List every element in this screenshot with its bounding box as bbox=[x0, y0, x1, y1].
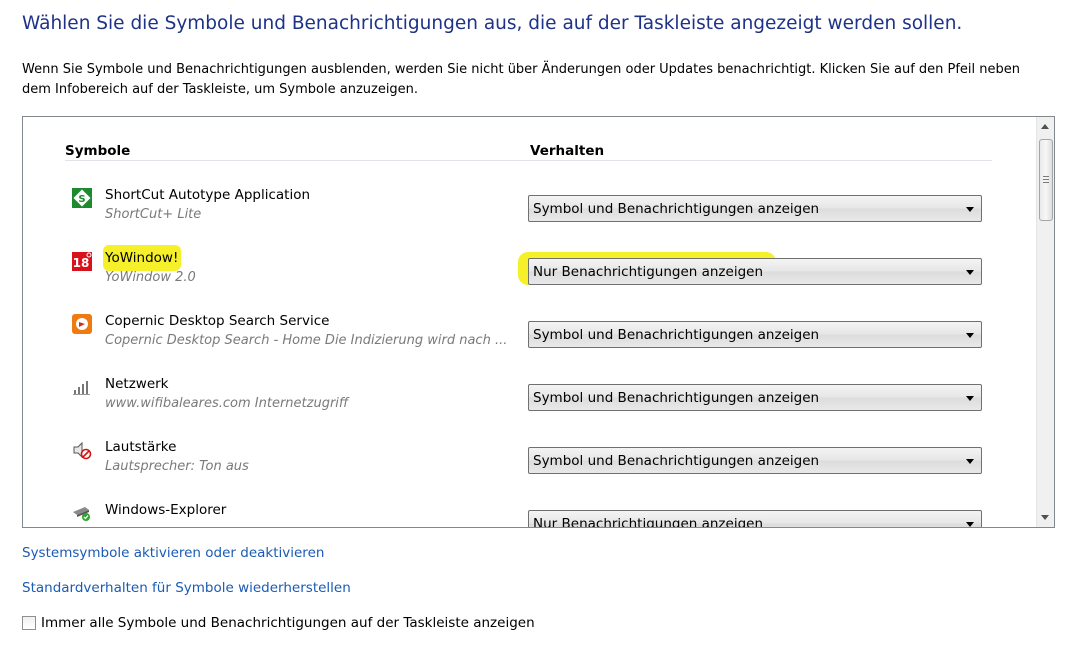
chevron-down-icon bbox=[966, 522, 974, 527]
behavior-dropdown[interactable]: Symbol und Benachrichtigungen anzeigen bbox=[528, 195, 982, 222]
behavior-value: Nur Benachrichtigungen anzeigen bbox=[533, 516, 764, 528]
scrollbar-thumb[interactable] bbox=[1039, 139, 1053, 221]
list-item: Lautstärke Lautsprecher: Ton aus Symbol … bbox=[23, 439, 1033, 502]
chevron-down-icon bbox=[966, 270, 974, 275]
vertical-scrollbar[interactable] bbox=[1036, 117, 1054, 527]
behavior-value: Symbol und Benachrichtigungen anzeigen bbox=[533, 453, 820, 469]
chevron-down-icon bbox=[966, 333, 974, 338]
list-item: 18 YoWindow! YoWindow 2.0 Nur Benachrich… bbox=[23, 245, 1033, 313]
item-description: www.wifibaleares.com Internetzugriff bbox=[105, 396, 349, 411]
item-name: Lautstärke bbox=[105, 439, 177, 455]
chevron-down-icon bbox=[966, 396, 974, 401]
item-name: Windows-Explorer bbox=[105, 502, 227, 518]
svg-text:S: S bbox=[78, 194, 85, 205]
behavior-value: Symbol und Benachrichtigungen anzeigen bbox=[533, 327, 820, 343]
always-show-label: Immer alle Symbole und Benachrichtigunge… bbox=[41, 615, 535, 631]
behavior-dropdown[interactable]: Symbol und Benachrichtigungen anzeigen bbox=[528, 384, 982, 411]
scroll-up-icon[interactable] bbox=[1041, 124, 1049, 129]
item-name: Netzwerk bbox=[105, 376, 169, 392]
windows-explorer-icon bbox=[71, 502, 93, 524]
network-icon bbox=[71, 376, 93, 398]
list-item: Windows-Explorer Nur Benachrichtigungen … bbox=[23, 502, 1033, 528]
shortcut-app-icon: S bbox=[71, 187, 93, 209]
column-header-symbols: Symbole bbox=[65, 143, 131, 159]
yowindow-icon: 18 bbox=[71, 250, 93, 272]
header-divider bbox=[65, 160, 992, 161]
notification-icons-list: Symbole Verhalten S ShortCut Autotype Ap… bbox=[22, 116, 1055, 528]
behavior-value: Nur Benachrichtigungen anzeigen bbox=[533, 264, 764, 280]
chevron-down-icon bbox=[966, 459, 974, 464]
behavior-value: Symbol und Benachrichtigungen anzeigen bbox=[533, 201, 820, 217]
item-name: ShortCut Autotype Application bbox=[105, 187, 311, 203]
scroll-down-icon[interactable] bbox=[1041, 515, 1049, 520]
list-item: S ShortCut Autotype Application ShortCut… bbox=[23, 187, 1033, 250]
behavior-value: Symbol und Benachrichtigungen anzeigen bbox=[533, 390, 820, 406]
item-name: Copernic Desktop Search Service bbox=[105, 313, 330, 329]
list-item: Netzwerk www.wifibaleares.com Internetzu… bbox=[23, 376, 1033, 439]
restore-defaults-link[interactable]: Standardverhalten für Symbole wiederhers… bbox=[22, 580, 351, 596]
behavior-dropdown[interactable]: Nur Benachrichtigungen anzeigen bbox=[528, 510, 982, 528]
item-description: Copernic Desktop Search - Home Die Indiz… bbox=[105, 333, 508, 348]
always-show-checkbox[interactable] bbox=[22, 616, 36, 630]
page-description: Wenn Sie Symbole und Benachrichtigungen … bbox=[22, 62, 1021, 97]
chevron-down-icon bbox=[966, 207, 974, 212]
behavior-dropdown[interactable]: Nur Benachrichtigungen anzeigen bbox=[528, 258, 982, 285]
item-description: Lautsprecher: Ton aus bbox=[105, 459, 249, 474]
item-description: YoWindow 2.0 bbox=[105, 270, 196, 285]
grip-icon bbox=[1043, 176, 1049, 177]
column-header-behavior: Verhalten bbox=[530, 143, 605, 159]
list-item: Copernic Desktop Search Service Copernic… bbox=[23, 313, 1033, 376]
item-name: YoWindow! bbox=[105, 250, 179, 266]
item-description: ShortCut+ Lite bbox=[105, 207, 202, 222]
volume-muted-icon bbox=[71, 439, 93, 461]
behavior-dropdown[interactable]: Symbol und Benachrichtigungen anzeigen bbox=[528, 447, 982, 474]
copernic-icon bbox=[71, 313, 93, 335]
page-title: Wählen Sie die Symbole und Benachrichtig… bbox=[22, 13, 963, 34]
behavior-dropdown[interactable]: Symbol und Benachrichtigungen anzeigen bbox=[528, 321, 982, 348]
svg-text:18: 18 bbox=[73, 256, 90, 270]
system-icons-link[interactable]: Systemsymbole aktivieren oder deaktivier… bbox=[22, 545, 324, 561]
